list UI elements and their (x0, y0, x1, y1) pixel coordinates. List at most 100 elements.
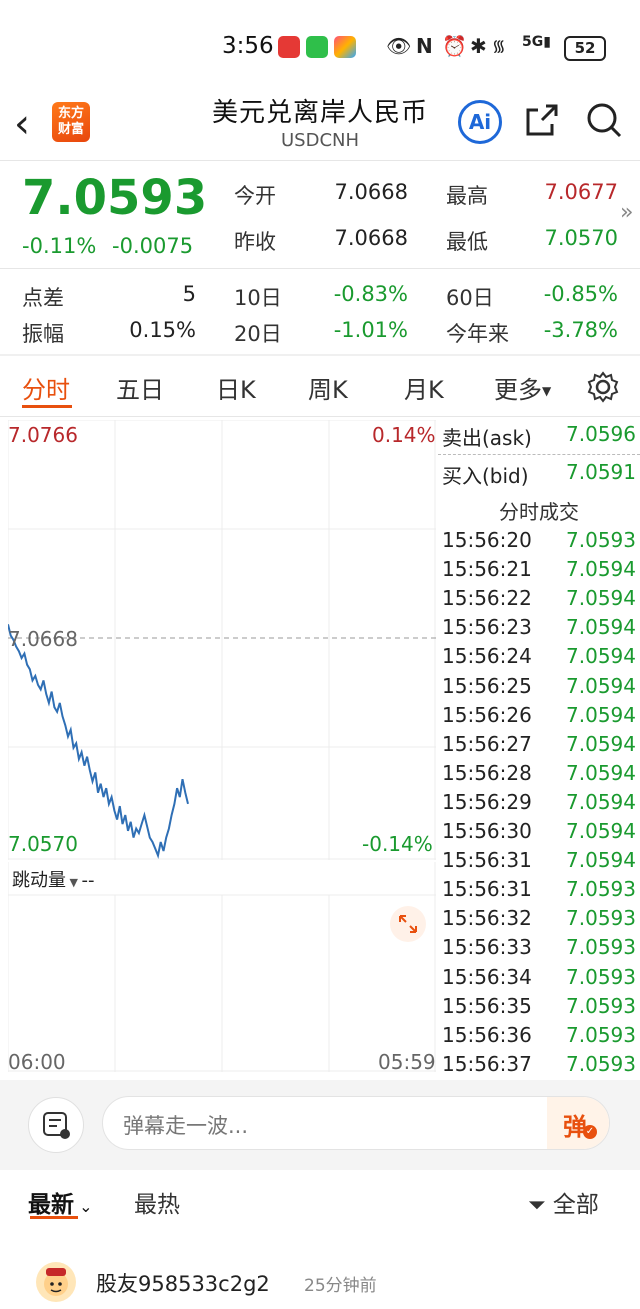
share-icon[interactable] (522, 100, 562, 140)
search-icon[interactable] (584, 100, 624, 140)
change-amount: -0.0075 (112, 234, 194, 258)
d60-value: -0.85% (543, 282, 618, 306)
change-percent: -0.11% (22, 234, 97, 258)
sort-hot-tab[interactable]: 最热 (134, 1185, 180, 1219)
chevron-down-icon: ▼ (542, 384, 552, 398)
eye-icon: 👁 (386, 34, 412, 58)
tick-row: 15:56:32 7.0593 (438, 906, 640, 935)
tick-row: 15:56:33 7.0593 (438, 935, 640, 964)
y-axis-reference-label: 7.0668 (8, 627, 78, 651)
filter-button[interactable]: ⏷ 全部 (528, 1185, 599, 1219)
tab-weekly-k[interactable]: 周K (308, 370, 348, 405)
tick-row: 15:56:21 7.0594 (438, 557, 640, 586)
tick-time: 15:56:29 (442, 789, 532, 814)
tick-price: 7.0594 (566, 789, 636, 814)
open-value: 7.0668 (334, 180, 408, 204)
tick-price: 7.0593 (566, 1051, 636, 1076)
high-value: 7.0677 (544, 180, 618, 204)
tab-intraday[interactable]: 分时 (22, 370, 70, 405)
wifi-icon: ᯾ (492, 36, 506, 55)
tick-price: 7.0593 (566, 528, 636, 552)
wechat-icon (306, 36, 328, 58)
tick-time: 15:56:27 (442, 731, 532, 756)
tick-time: 15:56:20 (442, 528, 532, 552)
active-sort-indicator (30, 1216, 78, 1219)
bid-label: 买入(bid) (442, 464, 529, 488)
danmu-icon: 弹 (563, 1113, 587, 1141)
bluetooth-icon: ✱ (470, 34, 487, 58)
filter-icon: ⏷ (528, 1193, 546, 1218)
tick-row: 15:56:35 7.0593 (438, 994, 640, 1023)
prev-close-value: 7.0668 (334, 226, 408, 250)
d20-label: 20日 (234, 322, 282, 346)
fullscreen-expand-button (390, 906, 426, 942)
ytd-label: 今年来 (446, 322, 509, 346)
tick-price: 7.0593 (566, 877, 636, 902)
danmu-toggle-button[interactable]: 弹 ✓ (547, 1097, 609, 1149)
tick-row: 15:56:36 7.0593 (438, 1023, 640, 1052)
tab-monthly-k[interactable]: 月K (404, 370, 444, 405)
comment-bar: 弹幕走一波... 弹 ✓ (0, 1080, 640, 1170)
divider (438, 454, 640, 455)
avatar[interactable] (36, 1262, 76, 1302)
status-bar: 3:56 👁 N ⏰ ✱ ᯾ 5G▮ 52 (0, 0, 640, 92)
tick-time: 15:56:31 (442, 877, 532, 902)
divider (0, 416, 640, 417)
volume-chart (8, 862, 436, 1072)
tick-row: 15:56:37 7.0593 (438, 1052, 640, 1081)
ask-price: 7.0596 (566, 422, 636, 446)
tick-row: 15:56:20 7.0593 (438, 528, 640, 557)
tick-time: 15:56:24 (442, 644, 532, 669)
signal-5g-icon: 5G▮ (522, 34, 551, 50)
ai-assistant-button[interactable]: Ai (458, 100, 502, 144)
tab-daily-k[interactable]: 日K (216, 370, 256, 405)
tick-row: 15:56:31 7.0594 (438, 848, 640, 877)
chevron-down-icon: ⌄ (74, 1197, 93, 1216)
ytd-value: -3.78% (543, 318, 618, 342)
filter-label: 全部 (552, 1192, 599, 1218)
tick-time: 15:56:35 (442, 993, 532, 1018)
ask-row: 卖出(ask) 7.0596 (438, 422, 640, 451)
tick-price: 7.0593 (566, 906, 636, 931)
divider (0, 160, 640, 161)
tick-time: 15:56:33 (442, 935, 532, 960)
d20-value: -1.01% (333, 318, 408, 342)
tick-time: 15:56:28 (442, 760, 532, 785)
price-series-line (8, 624, 189, 859)
tick-price: 7.0594 (566, 644, 636, 669)
tick-price: 7.0594 (566, 760, 636, 785)
note-icon (43, 1112, 70, 1139)
d60-label: 60日 (446, 286, 494, 310)
tick-price: 7.0594 (566, 615, 636, 640)
high-label: 最高 (446, 184, 488, 208)
nfc-icon: N (416, 34, 433, 58)
bid-row: 买入(bid) 7.0591 (438, 460, 640, 489)
tick-time: 15:56:36 (442, 1022, 532, 1047)
danmu-input[interactable]: 弹幕走一波... 弹 ✓ (102, 1096, 610, 1150)
tick-row: 15:56:23 7.0594 (438, 615, 640, 644)
settings-gear-icon[interactable] (586, 370, 620, 404)
memo-button[interactable] (28, 1097, 84, 1153)
tab-more[interactable]: 更多▼ (494, 370, 551, 405)
tab-five-day[interactable]: 五日 (116, 370, 164, 405)
alarm-icon: ⏰ (442, 34, 467, 58)
sort-latest-tab[interactable]: 最新 ⌄ (28, 1185, 93, 1219)
low-label: 最低 (446, 230, 488, 254)
tick-price: 7.0594 (566, 586, 636, 611)
y-axis-min-label: 7.0570 (8, 832, 78, 856)
tick-price: 7.0594 (566, 557, 636, 582)
spread-value: 5 (182, 282, 196, 306)
low-value: 7.0570 (544, 226, 618, 250)
comment-username[interactable]: 股友958533c2g2 (96, 1268, 270, 1298)
sort-latest-label: 最新 (28, 1192, 74, 1218)
notification-app-icon-2 (334, 36, 356, 58)
tick-time: 15:56:31 (442, 848, 532, 873)
check-badge-icon: ✓ (583, 1125, 597, 1139)
tick-row: 15:56:30 7.0594 (438, 819, 640, 848)
tick-price: 7.0593 (566, 1022, 636, 1047)
expand-quote-icon[interactable]: » (620, 200, 633, 225)
tick-time: 15:56:26 (442, 702, 532, 727)
tick-row: 15:56:25 7.0594 (438, 674, 640, 703)
divider (0, 354, 640, 356)
app-header: ‹ 东方 财富 美元兑离岸人民币 USDCNH Ai (0, 92, 640, 160)
